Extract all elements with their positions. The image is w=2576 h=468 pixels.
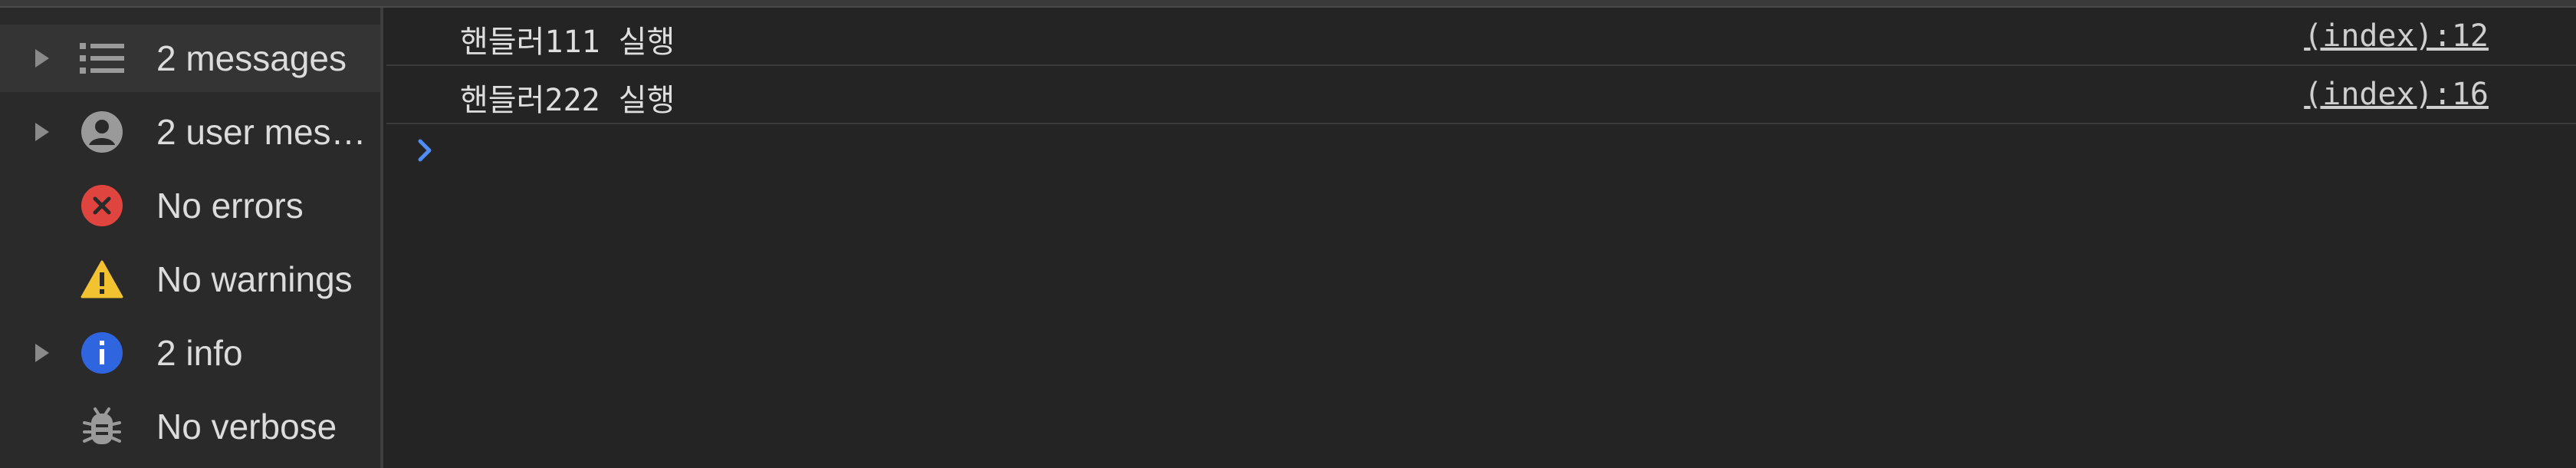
console-prompt[interactable] [409, 135, 440, 166]
info-icon [80, 331, 124, 375]
sidebar-item-label: 2 user mes… [156, 112, 366, 152]
sidebar-item-label: No warnings [156, 259, 353, 299]
warning-icon [80, 257, 124, 302]
console-message: 핸들러111 실행 (index):12 [386, 8, 2576, 66]
console-output: 핸들러111 실행 (index):12 핸들러222 실행 (index):1… [386, 8, 2576, 468]
user-circle-icon [80, 110, 124, 154]
sidebar-item-info[interactable]: 2 info [0, 319, 380, 387]
bug-icon [80, 404, 124, 449]
error-icon [80, 183, 124, 228]
console-message-source-link[interactable]: (index):12 [2304, 18, 2489, 54]
sidebar-item-warnings[interactable]: No warnings [0, 246, 380, 313]
sidebar-item-user-messages[interactable]: 2 user mes… [0, 98, 380, 166]
sidebar-item-messages[interactable]: 2 messages [0, 25, 380, 92]
sidebar-item-label: No errors [156, 186, 304, 226]
expand-arrow-icon[interactable] [35, 49, 49, 68]
panel-top-divider [0, 0, 2576, 8]
console-message-text: 핸들러222 실행 [460, 83, 675, 118]
sidebar-item-verbose[interactable]: No verbose [0, 393, 380, 460]
devtools-console-panel: 2 messages 2 user mes… No errors No warn… [0, 0, 2576, 468]
console-message: 핸들러222 실행 (index):16 [386, 66, 2576, 124]
list-icon [80, 36, 124, 81]
sidebar-item-label: No verbose [156, 407, 337, 447]
console-message-text: 핸들러111 실행 [460, 25, 675, 60]
chevron-right-icon [418, 139, 432, 162]
sidebar-item-label: 2 messages [156, 38, 347, 78]
console-sidebar: 2 messages 2 user mes… No errors No warn… [0, 8, 383, 468]
expand-arrow-icon[interactable] [35, 344, 49, 362]
sidebar-item-label: 2 info [156, 333, 243, 373]
console-message-source-link[interactable]: (index):16 [2304, 77, 2489, 112]
sidebar-item-errors[interactable]: No errors [0, 172, 380, 239]
expand-arrow-icon[interactable] [35, 123, 49, 141]
